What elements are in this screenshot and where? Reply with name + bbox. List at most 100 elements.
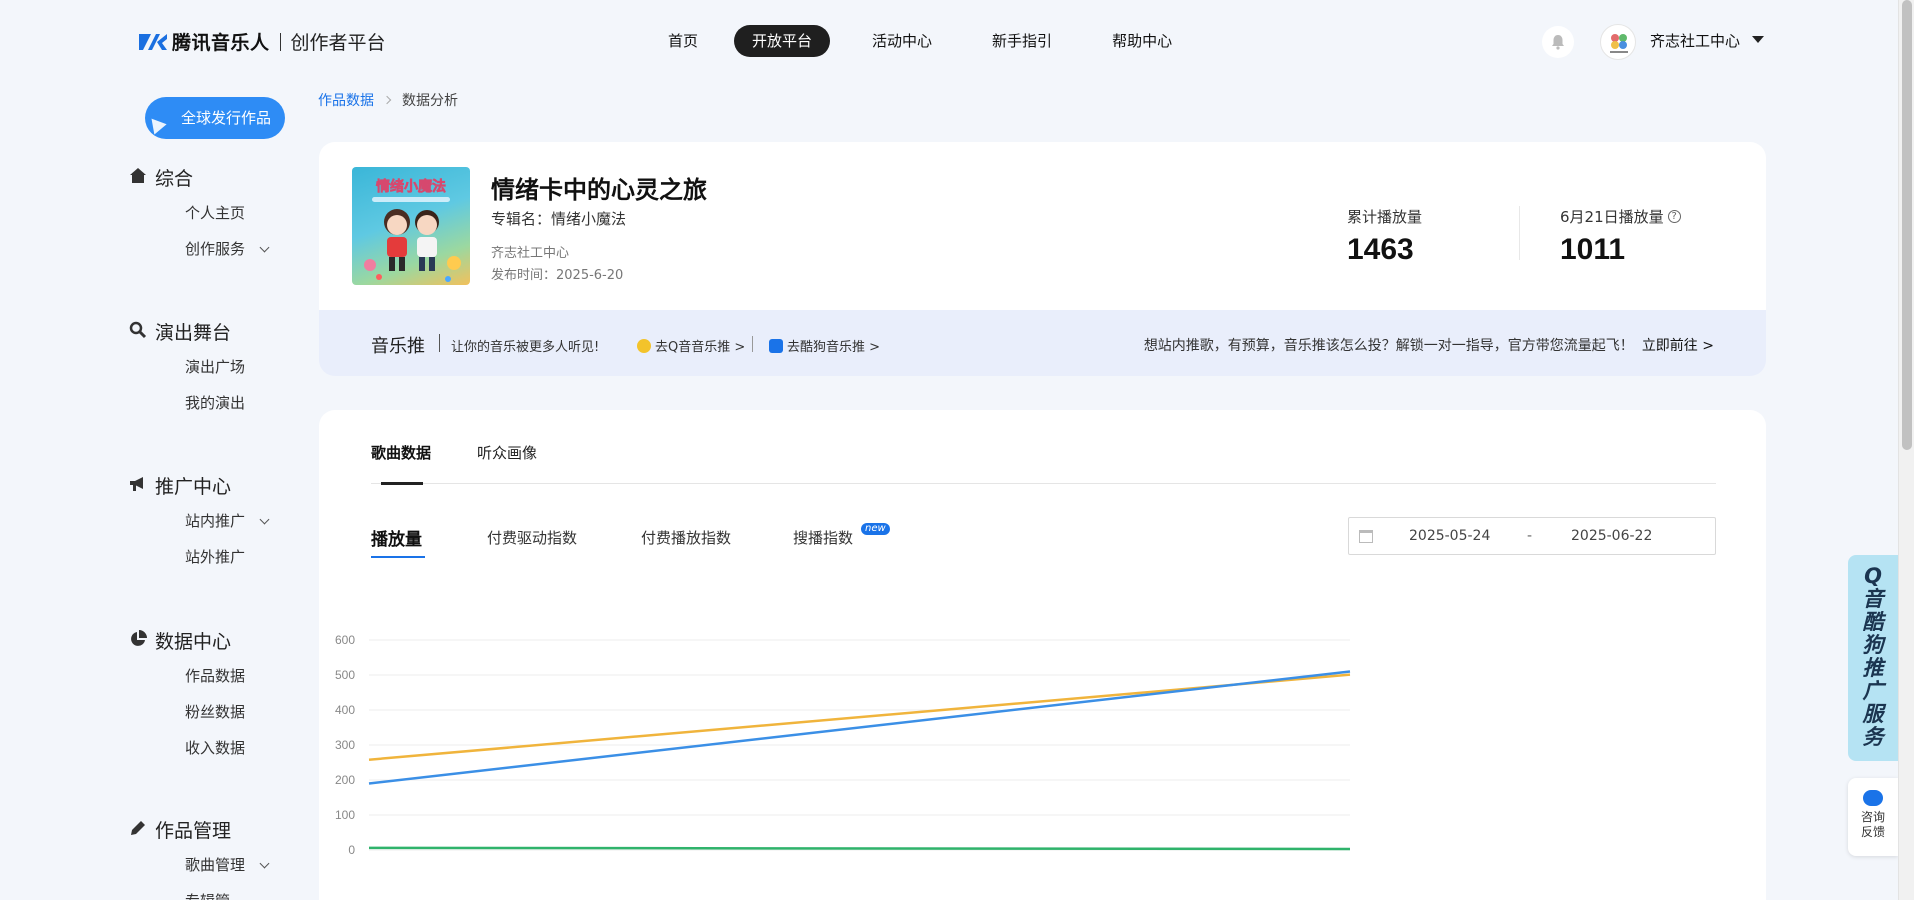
sidebar-item-offsite-promo[interactable]: 站外推广: [185, 539, 268, 575]
chevron-down-icon: [259, 858, 270, 869]
nav-help-center[interactable]: 帮助中心: [1094, 25, 1190, 57]
help-icon[interactable]: ?: [1667, 210, 1681, 223]
date-start[interactable]: 2025-05-24: [1409, 528, 1490, 544]
chart-series-line-2[interactable]: [368, 846, 1351, 851]
sidebar-item-fans-data[interactable]: 粉丝数据: [185, 694, 245, 730]
promo-slogan: 让你的音乐被更多人听见!: [451, 340, 600, 355]
daily-plays-stat: 6月21日播放量 ? 1011: [1560, 206, 1681, 267]
promo-float-char: Q: [1864, 564, 1882, 588]
date-range-picker[interactable]: 2025-05-24 - 2025-06-22: [1348, 517, 1716, 555]
sidebar-item-income-data[interactable]: 收入数据: [185, 730, 245, 766]
chevron-down-icon: [259, 514, 270, 525]
nav-activity-center[interactable]: 活动中心: [854, 25, 950, 57]
logo[interactable]: 腾讯音乐人 创作者平台: [138, 28, 386, 55]
plays-line-chart: 600 500 400 300 200 100 0: [335, 633, 1351, 857]
y-tick-label: 500: [335, 668, 355, 682]
home-icon: [129, 167, 147, 185]
scrollbar-thumb[interactable]: [1902, 0, 1912, 450]
nav-home[interactable]: 首页: [650, 25, 716, 57]
breadcrumb-current: 数据分析: [402, 93, 458, 109]
kugou-promo-link[interactable]: 去酷狗音乐推 >: [769, 336, 880, 355]
user-name[interactable]: 齐志社工中心: [1650, 30, 1740, 51]
promo-guide: 想站内推歌，有预算，音乐推该怎么投？解锁一对一指导，官方带您流量起飞！ 立即前往 …: [1144, 335, 1714, 355]
nav-beginner-guide[interactable]: 新手指引: [974, 25, 1070, 57]
subtab-plays[interactable]: 播放量: [371, 525, 422, 550]
publish-works-label: 全球发行作品: [181, 109, 272, 127]
album-cover-title: 情绪小魔法: [376, 178, 446, 195]
total-plays-value: 1463: [1347, 233, 1414, 266]
tabs-divider: [371, 483, 1716, 484]
sidebar-section-data-center: 数据中心 作品数据 粉丝数据 收入数据: [131, 627, 245, 766]
sidebar-item-performance-square[interactable]: 演出广场: [185, 349, 245, 385]
promo-divider: [439, 334, 440, 352]
subtab-paid-play-index[interactable]: 付费播放指数: [641, 527, 731, 548]
daily-plays-label: 6月21日播放量: [1560, 208, 1664, 226]
qq-music-promo-link[interactable]: 去Q音音乐推 >: [637, 336, 745, 355]
sidebar-item-onsite-promo[interactable]: 站内推广: [185, 503, 270, 539]
top-bar: 腾讯音乐人 创作者平台 首页 开放平台 活动中心 新手指引 帮助中心 齐志社工中…: [0, 0, 1898, 80]
date-end[interactable]: 2025-06-22: [1571, 528, 1652, 544]
promo-service-float[interactable]: Q音酷狗推广服务: [1848, 555, 1898, 761]
feedback-float[interactable]: 咨询 反馈: [1848, 778, 1898, 856]
sidebar-item-creation-service[interactable]: 创作服务: [185, 231, 270, 267]
logo-text: 腾讯音乐人: [172, 32, 270, 54]
megaphone-icon: [129, 475, 147, 493]
go-now-link[interactable]: 立即前往 >: [1642, 338, 1714, 354]
song-info-card: 情绪小魔法 情绪卡中的心灵之旅 专辑名：情绪小魔法 齐志社工中心 发布时间：20…: [319, 142, 1766, 310]
sidebar-section-promotion: 推广中心 站内推广 站外推广: [130, 472, 270, 575]
release-date: 发布时间：2025-6-20: [491, 268, 624, 283]
breadcrumb-works-data[interactable]: 作品数据: [318, 90, 374, 110]
publish-works-button[interactable]: 全球发行作品: [145, 97, 285, 139]
y-tick-label: 200: [335, 773, 355, 787]
avatar[interactable]: [1600, 24, 1636, 60]
caret-down-icon[interactable]: [1752, 36, 1764, 43]
sidebar-section-stage: 演出舞台 演出广场 我的演出: [129, 318, 245, 421]
chevron-right-icon: [382, 95, 392, 105]
y-tick-label: 100: [335, 808, 355, 822]
total-plays-stat: 累计播放量 1463: [1347, 206, 1422, 267]
album-name: 专辑名：情绪小魔法: [491, 210, 627, 228]
subtab-active-indicator: [371, 556, 425, 558]
kugou-icon: [769, 338, 783, 353]
sidebar-section-general: 综合 个人主页 创作服务: [130, 164, 270, 267]
tab-listener-profile[interactable]: 听众画像: [477, 442, 537, 463]
breadcrumb: 作品数据 数据分析: [318, 90, 458, 110]
promo-title: 音乐推: [371, 336, 425, 357]
album-cover: 情绪小魔法: [352, 167, 470, 285]
pie-chart-icon: [129, 630, 147, 648]
song-title: 情绪卡中的心灵之旅: [491, 176, 707, 204]
new-badge: new: [861, 523, 890, 535]
paper-plane-icon: [145, 113, 167, 135]
nav-open-platform[interactable]: 开放平台: [734, 25, 831, 57]
promo-float-char: 服: [1862, 702, 1884, 726]
bell-icon[interactable]: [1542, 26, 1574, 58]
promo-float-char: 推: [1862, 656, 1884, 680]
sidebar-item-album-management[interactable]: 专辑管: [185, 883, 268, 900]
sidebar-section-title: 综合: [155, 168, 194, 190]
tme-logo-icon: [138, 31, 168, 53]
chevron-down-icon: [259, 242, 270, 253]
chat-icon: [1863, 790, 1883, 806]
tab-active-indicator: [381, 482, 423, 485]
music-promo-bar: 音乐推 让你的音乐被更多人听见! 去Q音音乐推 > 去酷狗音乐推 > 想站内推歌…: [319, 310, 1766, 376]
y-tick-label: 600: [335, 633, 355, 647]
sidebar-item-song-management[interactable]: 歌曲管理: [185, 847, 270, 883]
chart-series-line-1[interactable]: [368, 670, 1351, 785]
sidebar-item-my-performance[interactable]: 我的演出: [185, 385, 245, 421]
scrollbar[interactable]: [1898, 0, 1914, 900]
promo-float-char: 酷: [1862, 610, 1884, 634]
sidebar-section-title: 演出舞台: [155, 322, 232, 344]
promo-guide-text: 想站内推歌，有预算，音乐推该怎么投？解锁一对一指导，官方带您流量起飞！: [1143, 338, 1634, 354]
feedback-label-1: 咨询: [1860, 810, 1885, 824]
total-plays-label: 累计播放量: [1347, 208, 1423, 226]
y-tick-label: 0: [348, 843, 355, 857]
sidebar-item-profile[interactable]: 个人主页: [185, 195, 268, 231]
subtab-search-play-index[interactable]: 搜播指数: [793, 527, 853, 548]
pencil-icon: [129, 819, 147, 837]
subtab-paid-drive-index[interactable]: 付费驱动指数: [487, 527, 577, 548]
tab-song-data[interactable]: 歌曲数据: [371, 442, 431, 463]
artist-name: 齐志社工中心: [491, 246, 570, 261]
daily-plays-value: 1011: [1560, 233, 1626, 266]
sidebar-item-works-data[interactable]: 作品数据: [185, 658, 245, 694]
search-icon: [129, 321, 147, 339]
